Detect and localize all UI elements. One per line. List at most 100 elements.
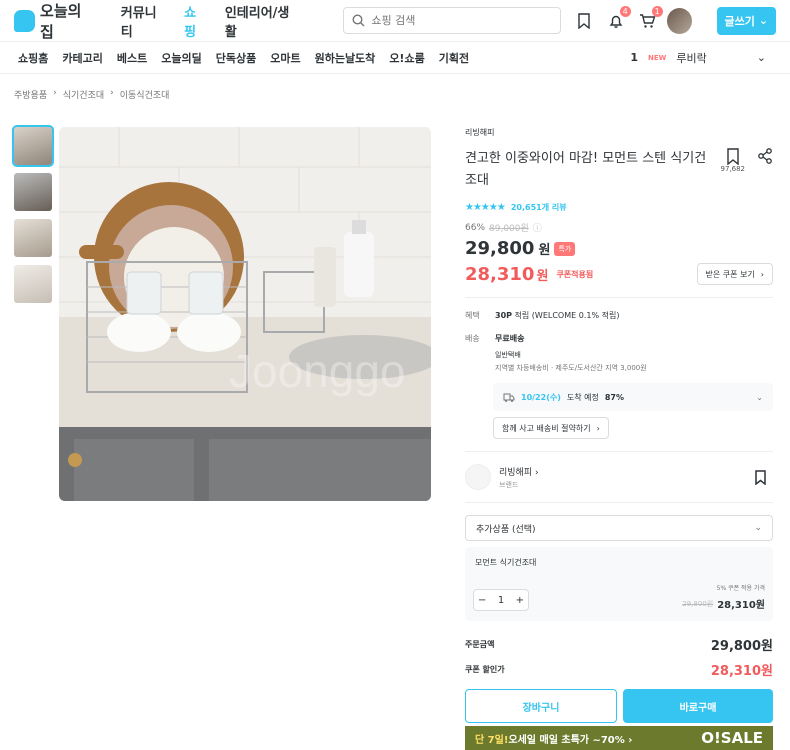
chevron-down-icon: ⌄ <box>758 14 769 27</box>
avatar[interactable] <box>666 7 692 34</box>
shopping-subnav: 쇼핑홈 카테고리 베스트 오늘의딜 단독상품 오마트 원하는날도착 오!쇼룸 기… <box>0 42 790 74</box>
thumbnail[interactable] <box>14 173 52 211</box>
write-button[interactable]: 글쓰기 ⌄ <box>716 6 776 35</box>
bell-icon[interactable]: 4 <box>607 5 631 30</box>
free-shipping: 무료배송 <box>495 334 525 343</box>
review-count: 20,651개 리뷰 <box>510 203 567 212</box>
breadcrumb-item[interactable]: 식기건조대 <box>63 88 104 101</box>
site-logo[interactable]: 오늘의집 <box>14 0 93 42</box>
order-amount-label: 주문금액 <box>465 640 495 649</box>
divider <box>465 451 773 452</box>
shipping-row: 배송 무료배송 일반택배 지역별 차등배송비 · 제주도/도서산간 지역 3,0… <box>465 333 773 373</box>
chevron-right-icon: › <box>760 269 764 279</box>
logo-icon <box>14 9 36 32</box>
subnav-item-omart[interactable]: 오마트 <box>270 50 300 66</box>
option-name: 모먼트 식기건조대 <box>475 558 537 567</box>
nav-community[interactable]: 커뮤니티 <box>121 2 166 40</box>
bookmark-icon <box>727 148 739 165</box>
chevron-right-icon: › <box>53 88 57 98</box>
divider <box>465 502 773 503</box>
bookmark-icon[interactable] <box>575 12 593 30</box>
plus-icon[interactable]: + <box>516 595 524 606</box>
share-icon[interactable] <box>757 148 773 164</box>
cart-icon[interactable]: 1 <box>639 5 663 30</box>
coupon-applied-tag: 쿠폰적용됨 <box>556 269 594 279</box>
subnav-item-category[interactable]: 카테고리 <box>62 50 102 66</box>
write-label: 글쓰기 <box>724 14 755 28</box>
top-bar: 오늘의집 커뮤니티 쇼핑 인테리어/생활 4 1 글쓰기 ⌄ <box>0 0 790 42</box>
top-icons: 4 1 <box>575 5 663 30</box>
banner-text: 오세일 매일 초특가 ~70% › <box>508 734 633 746</box>
subnav-item-showroom[interactable]: 오!쇼룸 <box>389 50 424 66</box>
svg-text:Joonggo: Joonggo <box>229 345 406 397</box>
coupon-amount-label: 쿠폰 할인가 <box>465 665 505 674</box>
buy-now-button[interactable]: 바로구매 <box>623 689 773 723</box>
subnav-item-delivery-date[interactable]: 원하는날도착 <box>315 50 376 66</box>
bookmark-icon[interactable] <box>754 469 767 485</box>
order-summary: 주문금액 29,800원 쿠폰 할인가 28,310원 <box>465 635 773 679</box>
thumbnail[interactable] <box>14 265 52 303</box>
main-nav: 커뮤니티 쇼핑 인테리어/생활 <box>121 2 298 40</box>
search-input[interactable] <box>371 14 552 27</box>
seller-sub: 브랜드 <box>499 480 519 489</box>
thumbnail[interactable] <box>14 219 52 257</box>
coupon-view-button[interactable]: 받은 쿠폰 보기 › <box>696 263 773 285</box>
breadcrumb-item[interactable]: 주방용품 <box>14 88 47 101</box>
banner-highlight: 단 7일! <box>475 734 509 746</box>
option-price-note: 5% 쿠폰 적용 가격 <box>716 585 765 592</box>
coupon-currency: 원 <box>536 268 549 284</box>
option-original-price: 29,800원 <box>682 599 714 608</box>
subnav-item-todaydeal[interactable]: 오늘의딜 <box>161 50 201 66</box>
add-to-cart-button[interactable]: 장바구니 <box>465 689 617 723</box>
minus-icon[interactable]: − <box>478 595 486 606</box>
promo-banner[interactable]: 단 7일! 오세일 매일 초특가 ~70% › O!SALE <box>465 726 773 750</box>
logo-text: 오늘의집 <box>40 1 82 41</box>
special-badge: 특가 <box>554 241 576 256</box>
chevron-down-icon[interactable]: ⌄ <box>757 51 766 64</box>
delivery-estimate[interactable]: 10/22(수) 도착 예정 87% ⌄ <box>493 383 773 411</box>
coupon-price: 28,310 <box>465 263 535 285</box>
truck-icon <box>503 393 515 402</box>
bundle-label: 함께 사고 배송비 절약하기 <box>502 423 591 433</box>
thumbnail[interactable] <box>12 125 54 167</box>
option-final-price: 28,310원 <box>717 600 765 611</box>
product-image[interactable]: Joonggo <box>59 127 431 501</box>
seller-name: 리빙해피 <box>499 467 533 478</box>
trending-keyword[interactable]: 1 NEW 루비락 ⌄ <box>630 50 766 66</box>
benefit-row: 혜택 30P 적립 (WELCOME 0.1% 적립) <box>465 310 773 321</box>
quantity-stepper: − 1 + <box>473 589 529 611</box>
sale-price: 29,800 <box>465 238 535 259</box>
quantity-value: 1 <box>497 594 505 606</box>
breadcrumb-item[interactable]: 이동식건조대 <box>120 88 170 101</box>
star-icons: ★★★★★ <box>465 202 506 213</box>
rank-keyword: 루비락 <box>676 51 707 65</box>
option-select-label: 추가상품 (선택) <box>476 524 536 535</box>
shipping-note: 지역별 차등배송비 · 제주도/도서산간 지역 3,000원 <box>495 364 647 372</box>
shipping-type: 일반택배 <box>495 351 521 359</box>
subnav-item-best[interactable]: 베스트 <box>117 50 147 66</box>
selected-option: 모먼트 식기건조대 − 1 + 5% 쿠폰 적용 가격 29,800원 28,3… <box>465 547 773 621</box>
breadcrumb: 주방용품 › 식기건조대 › 이동식건조대 <box>0 74 790 115</box>
chevron-down-icon: ⌄ <box>754 523 762 533</box>
nav-interior[interactable]: 인테리어/생활 <box>225 2 298 40</box>
rating[interactable]: ★★★★★ 20,651개 리뷰 <box>465 202 773 213</box>
search-box[interactable] <box>343 7 561 34</box>
original-price: 89,000원 <box>489 224 529 234</box>
info-icon[interactable]: ⓘ <box>533 221 542 234</box>
subnav-item-home[interactable]: 쇼핑홈 <box>18 50 48 66</box>
dish-rack-image: Joonggo <box>59 127 431 501</box>
brand-name[interactable]: 리빙해피 <box>465 127 773 138</box>
delivery-date: 10/22(수) <box>521 392 561 402</box>
bundle-shipping-button[interactable]: 함께 사고 배송비 절약하기 › <box>493 417 609 439</box>
seller-row[interactable]: 리빙해피 › 브랜드 <box>465 464 773 490</box>
subnav-item-exclusive[interactable]: 단독상품 <box>216 50 256 66</box>
nav-shopping[interactable]: 쇼핑 <box>184 2 207 40</box>
delivery-rate: 87% <box>604 392 625 402</box>
benefit-detail: 적립 (WELCOME 0.1% 적립) <box>512 311 620 320</box>
search-icon <box>352 14 365 27</box>
discount-rate: 66% <box>465 222 486 233</box>
subnav-item-exhibition[interactable]: 기획전 <box>439 50 469 66</box>
price-currency: 원 <box>538 243 551 258</box>
scrap-button[interactable]: 97,682 <box>721 148 745 192</box>
option-select[interactable]: 추가상품 (선택) ⌄ <box>465 515 773 541</box>
